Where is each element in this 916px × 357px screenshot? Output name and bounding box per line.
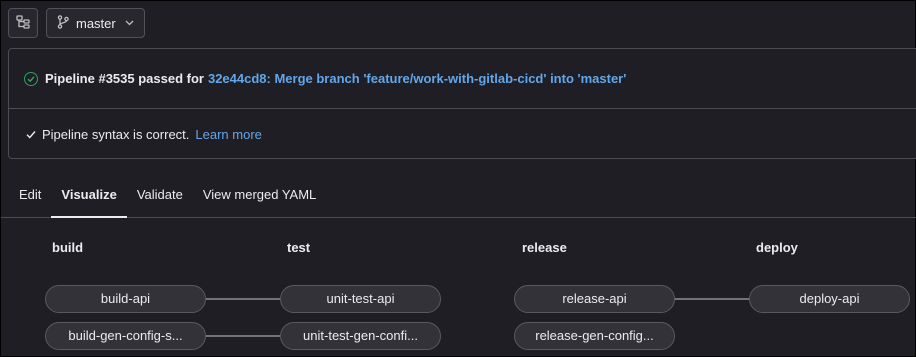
job-link-line [206,335,280,337]
pipeline-status-label[interactable]: Pipeline #3535 passed for [45,71,204,86]
tab-validate[interactable]: Validate [127,177,193,217]
job-release-gen-config[interactable]: release-gen-config... [514,322,675,350]
editor-tabs: Edit Visualize Validate View merged YAML [1,177,916,218]
learn-more-link[interactable]: Learn more [195,127,261,142]
job-deploy-api[interactable]: deploy-api [749,285,910,313]
stage-title-release: release [522,240,567,255]
branch-icon [57,14,69,32]
job-release-api[interactable]: release-api [514,285,675,313]
lint-status-row: Pipeline syntax is correct. Learn more [9,109,916,159]
job-unit-test-gen-config[interactable]: unit-test-gen-confi... [280,322,441,350]
stage-title-build: build [52,240,84,255]
pipeline-status-row: Pipeline #3535 passed for 32e44cd8: Merg… [9,49,916,109]
file-tree-icon [16,14,30,32]
branch-selector[interactable]: master [46,8,145,38]
branch-name: master [76,15,116,31]
file-tree-toggle-button[interactable] [8,8,38,38]
stage-title-deploy: deploy [756,240,798,255]
tab-view-merged-yaml[interactable]: View merged YAML [193,177,326,217]
commit-link[interactable]: 32e44cd8: Merge branch 'feature/work-wit… [208,71,626,86]
stage-title-test: test [287,240,311,255]
toolbar: master [8,8,145,38]
job-unit-test-api[interactable]: unit-test-api [280,285,441,313]
check-icon [26,127,36,142]
job-link-line [206,298,280,300]
pipeline-status-panel: Pipeline #3535 passed for 32e44cd8: Merg… [8,48,916,159]
job-build-api[interactable]: build-api [45,285,206,313]
tab-visualize[interactable]: Visualize [51,177,128,218]
job-link-line [674,298,749,300]
job-build-gen-config[interactable]: build-gen-config-s... [45,322,206,350]
lint-message: Pipeline syntax is correct. [42,126,190,142]
chevron-down-icon [125,18,134,29]
status-success-icon[interactable] [24,71,38,86]
tab-edit[interactable]: Edit [9,177,51,217]
